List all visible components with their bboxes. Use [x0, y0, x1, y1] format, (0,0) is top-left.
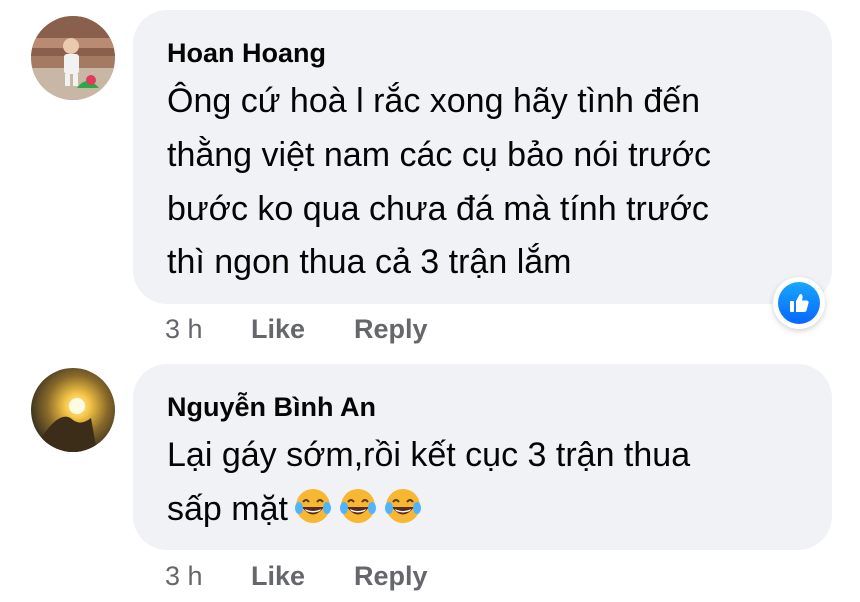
comment-actions: 3 h Like Reply — [165, 561, 465, 597]
comment-timestamp[interactable]: 3 h — [165, 561, 203, 592]
laughing-tears-emoji-icon — [383, 486, 423, 526]
comment-bubble: Nguyễn Bình An Lại gáy sớm,rồi kết cục 3… — [133, 364, 832, 550]
comment-nguyen-binh-an: Nguyễn Bình An Lại gáy sớm,rồi kết cục 3… — [0, 0, 860, 602]
avatar[interactable] — [31, 368, 115, 452]
laughing-tears-emoji-icon — [338, 486, 378, 526]
comment-text-line-with-emoji: sấp mặt — [167, 484, 423, 535]
comment-author[interactable]: Nguyễn Bình An — [167, 392, 376, 423]
comment-text-line: Lại gáy sớm,rồi kết cục 3 trận thua — [167, 436, 691, 474]
like-button[interactable]: Like — [251, 561, 305, 592]
laughing-tears-emoji-icon — [293, 486, 333, 526]
comment-text-fragment: sấp mặt — [167, 490, 288, 528]
reply-button[interactable]: Reply — [354, 561, 428, 592]
